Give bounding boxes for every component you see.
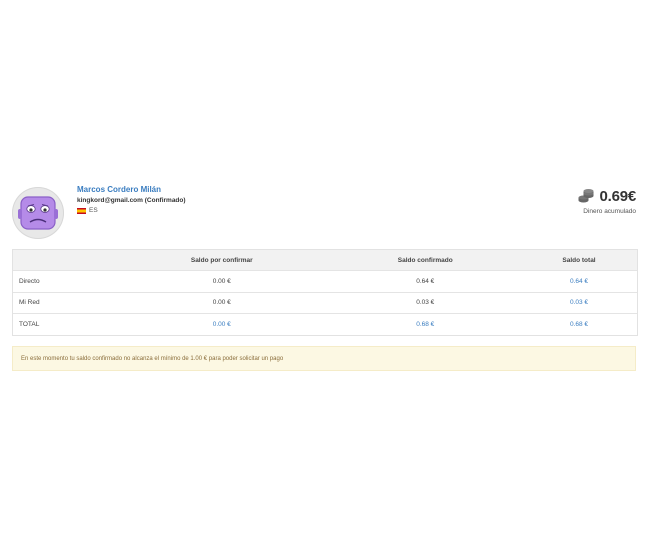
alert-message: En este momento tu saldo confirmado no a… [21, 355, 284, 362]
table-row: Mi Red 0.00 € 0.03 € 0.03 € [13, 291, 637, 314]
table-row-total: TOTAL 0.00 € 0.68 € 0.68 € [13, 313, 637, 335]
user-email: kingkord@gmail.com (Confirmado) [77, 197, 186, 204]
minimum-payout-alert: En este momento tu saldo confirmado no a… [12, 346, 636, 371]
row-label: Mi Red [13, 291, 114, 314]
total-link[interactable]: 0.64 € [521, 270, 637, 292]
language-code: ES [89, 207, 98, 214]
user-profile: Marcos Cordero Milán kingkord@gmail.com … [12, 185, 636, 243]
pending-total-link[interactable]: 0.00 € [114, 313, 330, 335]
accumulated-balance: 0.69€ Dinero acumulado [577, 187, 636, 215]
robot-face-icon [18, 196, 58, 230]
table-header-row: Saldo por confirmar Saldo confirmado Sal… [13, 250, 637, 271]
total-link[interactable]: 0.03 € [521, 291, 637, 314]
user-name-link[interactable]: Marcos Cordero Milán [77, 185, 161, 194]
pending-cell: 0.00 € [114, 291, 330, 314]
balance-caption: Dinero acumulado [583, 208, 636, 215]
table-row: Directo 0.00 € 0.64 € 0.64 € [13, 270, 637, 292]
user-language: ES [77, 207, 98, 214]
avatar[interactable] [12, 187, 64, 239]
column-header-empty [13, 250, 114, 271]
confirmed-cell: 0.03 € [329, 291, 522, 314]
grand-total-link[interactable]: 0.68 € [521, 313, 637, 335]
column-header-total: Saldo total [562, 256, 596, 264]
column-header-pending: Saldo por confirmar [190, 256, 253, 264]
pending-cell: 0.00 € [114, 270, 330, 292]
spain-flag-icon [77, 207, 86, 214]
coins-stack-icon [578, 189, 594, 203]
confirmed-cell: 0.64 € [329, 270, 522, 292]
balance-table: Saldo por confirmar Saldo confirmado Sal… [12, 249, 638, 336]
balance-amount: 0.69€ [599, 187, 636, 205]
confirmed-total-link[interactable]: 0.68 € [329, 313, 522, 335]
row-label: TOTAL [13, 313, 114, 335]
column-header-confirmed: Saldo confirmado [397, 256, 453, 264]
row-label: Directo [13, 270, 114, 292]
